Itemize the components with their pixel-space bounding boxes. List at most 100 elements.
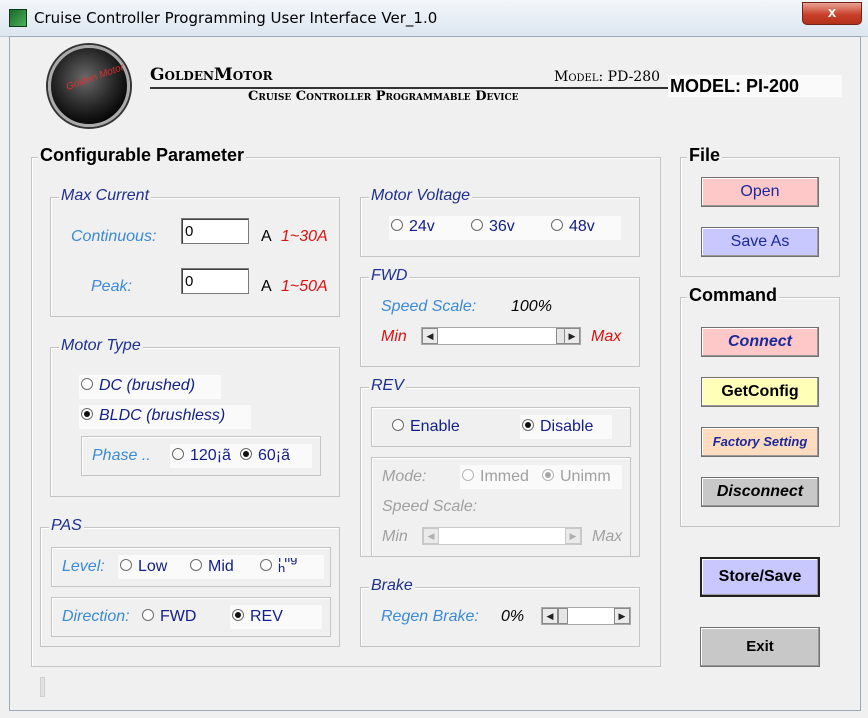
scroll-left-icon[interactable]: ◀ bbox=[423, 528, 439, 544]
regen-brake-thumb[interactable] bbox=[558, 608, 568, 624]
pas-level-high-radio[interactable]: High bbox=[260, 558, 322, 578]
motor-type-title: Motor Type bbox=[59, 337, 143, 355]
peak-input[interactable] bbox=[181, 268, 249, 294]
scroll-right-icon[interactable]: ▶ bbox=[564, 328, 580, 344]
phase-60-radio[interactable]: 60¡ã bbox=[240, 447, 290, 465]
radio-circle-icon bbox=[392, 418, 404, 431]
command-group: Command Connect GetConfig Factory Settin… bbox=[680, 285, 840, 527]
file-group: File Open Save As bbox=[680, 145, 840, 277]
bldc-brushless-radio[interactable]: BLDC (brushless) bbox=[81, 407, 225, 425]
radio-circle-icon bbox=[190, 558, 202, 571]
rev-group: REV Enable Disable Mode: Immed Unimm Spe… bbox=[360, 377, 640, 557]
fwd-max-label: Max bbox=[591, 328, 622, 345]
disconnect-button[interactable]: Disconnect bbox=[701, 477, 819, 507]
configurable-parameter-title: Configurable Parameter bbox=[38, 145, 247, 166]
peak-unit: A bbox=[261, 278, 272, 295]
close-button[interactable]: x bbox=[802, 2, 862, 25]
rev-min-label: Min bbox=[382, 528, 408, 545]
rev-max-label: Max bbox=[592, 528, 623, 545]
rev-disable-radio[interactable]: Disable bbox=[522, 418, 593, 436]
rev-speed-scale-label: Speed Scale: bbox=[382, 498, 478, 515]
logo-text: Golden Motor bbox=[64, 61, 126, 94]
continuous-label: Continuous: bbox=[71, 228, 157, 245]
pas-direction-label: Direction: bbox=[62, 608, 130, 625]
voltage-24v-radio[interactable]: 24v bbox=[391, 218, 435, 236]
get-config-button[interactable]: GetConfig bbox=[701, 377, 819, 407]
rev-speed-slider[interactable]: ◀ ▶ bbox=[422, 527, 582, 545]
rev-enable-radio[interactable]: Enable bbox=[392, 418, 460, 436]
regen-brake-label: Regen Brake: bbox=[381, 608, 479, 625]
motor-voltage-title: Motor Voltage bbox=[369, 187, 473, 205]
connect-button[interactable]: Connect bbox=[701, 327, 819, 357]
brand-name: GoldenMotor bbox=[150, 65, 273, 85]
fwd-title: FWD bbox=[369, 267, 410, 285]
radio-circle-icon bbox=[172, 447, 184, 460]
header-subtitle: Cruise Controller Programmable Device bbox=[248, 89, 519, 104]
window-title: Cruise Controller Programming User Inter… bbox=[34, 9, 438, 27]
fwd-group: FWD Speed Scale: 100% Min ◀ ▶ Max bbox=[360, 267, 640, 367]
pas-level-row: Level: Low Mid High bbox=[51, 547, 331, 587]
pas-level-low-radio[interactable]: Low bbox=[120, 558, 167, 576]
configurable-parameter-group: Configurable Parameter Max Current Conti… bbox=[31, 145, 661, 667]
dc-brushed-radio[interactable]: DC (brushed) bbox=[81, 377, 195, 395]
rev-mode-label: Mode: bbox=[382, 468, 427, 485]
title-bar: Cruise Controller Programming User Inter… bbox=[0, 0, 868, 37]
save-as-button[interactable]: Save As bbox=[701, 227, 819, 257]
app-icon bbox=[9, 9, 27, 27]
radio-circle-icon bbox=[260, 558, 272, 571]
pas-group: PAS Level: Low Mid High Direction: FWD R… bbox=[40, 517, 340, 647]
phase-label: Phase .. bbox=[92, 447, 151, 464]
brake-title: Brake bbox=[369, 577, 415, 595]
exit-button[interactable]: Exit bbox=[700, 627, 820, 667]
command-title: Command bbox=[687, 285, 780, 306]
motor-voltage-group: Motor Voltage 24v 36v 48v bbox=[360, 187, 640, 257]
radio-circle-icon bbox=[462, 468, 474, 481]
radio-circle-icon bbox=[142, 608, 154, 621]
radio-circle-icon bbox=[551, 218, 563, 231]
radio-circle-icon bbox=[522, 418, 534, 431]
pas-level-label: Level: bbox=[62, 558, 105, 575]
rev-immed-radio[interactable]: Immed bbox=[462, 468, 529, 486]
fwd-min-label: Min bbox=[381, 328, 407, 345]
radio-circle-icon bbox=[391, 218, 403, 231]
radio-circle-icon bbox=[120, 558, 132, 571]
rev-enable-row: Enable Disable bbox=[371, 407, 631, 447]
model-pd: Model: PD-280 bbox=[554, 69, 661, 85]
voltage-48v-radio[interactable]: 48v bbox=[551, 218, 595, 236]
pas-level-mid-radio[interactable]: Mid bbox=[190, 558, 234, 576]
voltage-36v-radio[interactable]: 36v bbox=[471, 218, 515, 236]
scroll-right-icon[interactable]: ▶ bbox=[565, 528, 581, 544]
model-pi: MODEL: PI-200 bbox=[668, 75, 842, 97]
scroll-left-icon[interactable]: ◀ bbox=[542, 608, 558, 624]
phase-120-radio[interactable]: 120¡ã bbox=[172, 447, 231, 465]
open-button[interactable]: Open bbox=[701, 177, 819, 207]
pas-direction-row: Direction: FWD REV bbox=[51, 597, 331, 637]
status-indicator bbox=[40, 677, 45, 697]
radio-circle-icon bbox=[81, 377, 93, 390]
fwd-speed-scale-value: 100% bbox=[511, 298, 552, 315]
store-save-button[interactable]: Store/Save bbox=[700, 557, 820, 597]
continuous-unit: A bbox=[261, 228, 272, 245]
fwd-speed-scale-label: Speed Scale: bbox=[381, 298, 477, 315]
scroll-right-icon[interactable]: ▶ bbox=[614, 608, 630, 624]
radio-circle-icon bbox=[232, 608, 244, 621]
regen-brake-slider[interactable]: ◀ ▶ bbox=[541, 607, 631, 625]
fwd-speed-slider[interactable]: ◀ ▶ bbox=[421, 327, 581, 345]
brake-group: Brake Regen Brake: 0% ◀ ▶ bbox=[360, 577, 640, 647]
factory-setting-button[interactable]: Factory Setting bbox=[701, 427, 819, 457]
client-area: Golden Motor GoldenMotor Model: PD-280 C… bbox=[9, 36, 861, 711]
rev-title: REV bbox=[369, 377, 406, 395]
pas-title: PAS bbox=[49, 517, 84, 535]
scroll-left-icon[interactable]: ◀ bbox=[422, 328, 438, 344]
pas-direction-rev-radio[interactable]: REV bbox=[232, 608, 283, 626]
max-current-group: Max Current Continuous: A 1~30A Peak: A … bbox=[50, 187, 340, 317]
pas-direction-fwd-radio[interactable]: FWD bbox=[142, 608, 196, 626]
peak-label: Peak: bbox=[91, 278, 132, 295]
rev-unimm-radio[interactable]: Unimm bbox=[542, 468, 622, 486]
golden-motor-logo: Golden Motor bbox=[48, 45, 130, 127]
phase-group: Phase .. 120¡ã 60¡ã bbox=[81, 436, 321, 476]
radio-circle-icon bbox=[240, 447, 252, 460]
continuous-input[interactable] bbox=[181, 218, 249, 244]
max-current-title: Max Current bbox=[59, 187, 152, 205]
rev-mode-group: Mode: Immed Unimm Speed Scale: Min ◀ ▶ M… bbox=[371, 457, 631, 557]
